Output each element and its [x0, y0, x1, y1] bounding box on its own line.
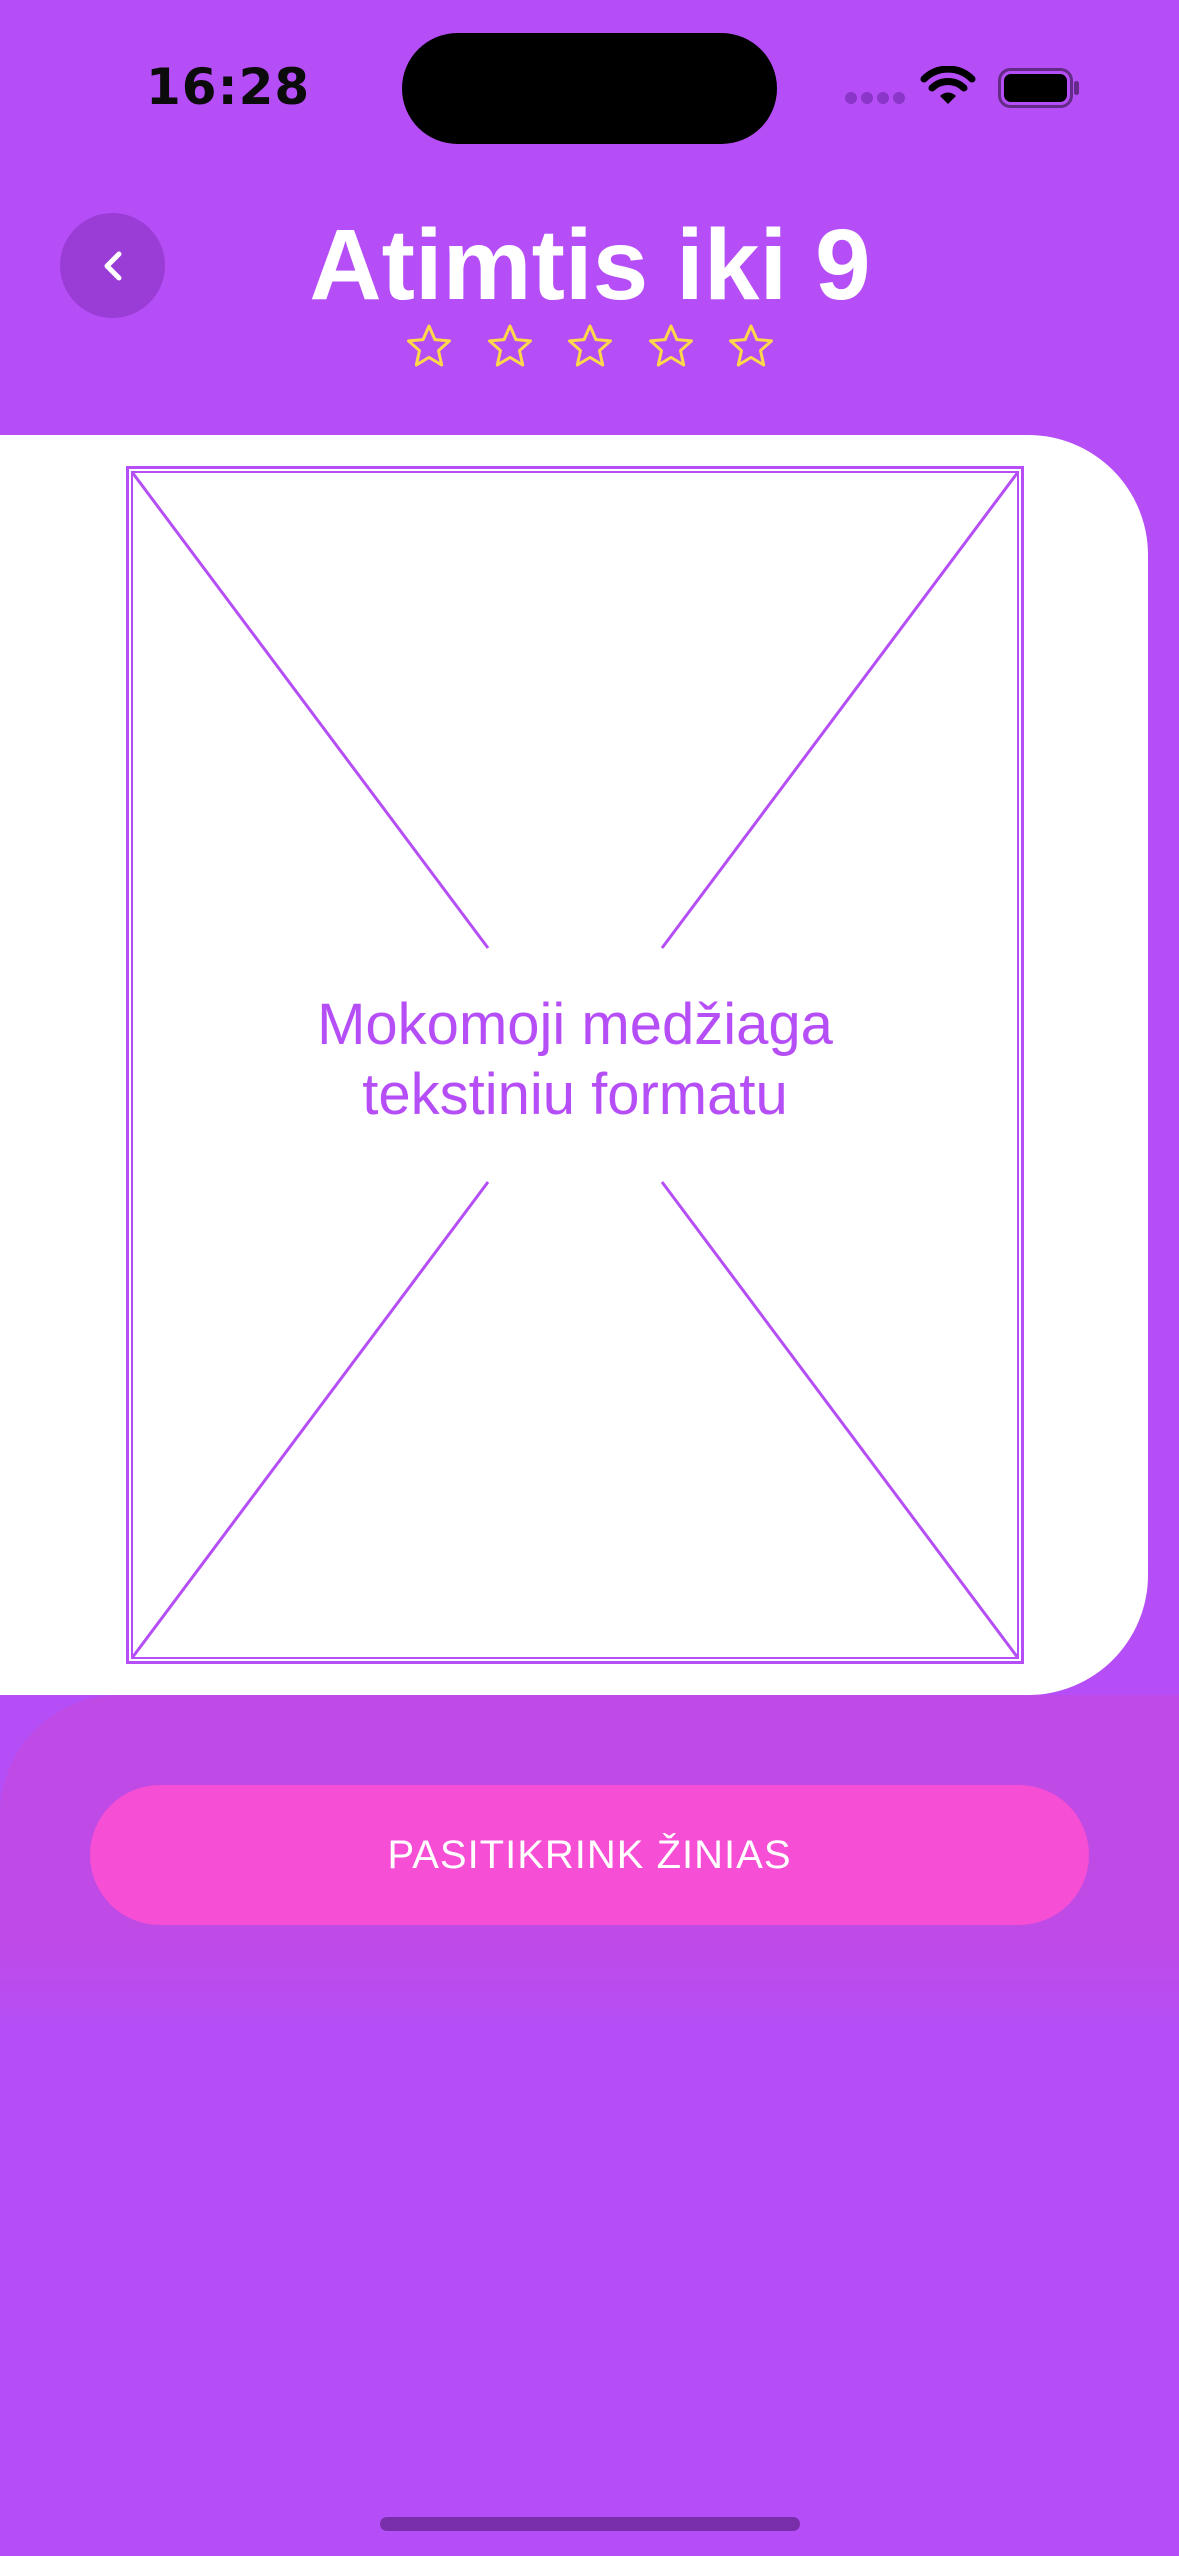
star-icon: [648, 324, 693, 367]
placeholder-text: Mokomoji medžiaga tekstiniu formatu: [126, 990, 1024, 1130]
wifi-icon: [920, 66, 976, 104]
placeholder-line-1: Mokomoji medžiaga: [317, 992, 833, 1057]
star-icon: [568, 324, 612, 367]
star-icon: [729, 324, 773, 367]
dynamic-island: [402, 33, 777, 144]
star-icon: [407, 324, 451, 367]
back-button[interactable]: [60, 213, 165, 318]
page-title: Atimtis iki 9: [309, 209, 871, 321]
status-time: 16:28: [146, 58, 311, 116]
cellular-signal-icon: [845, 92, 907, 106]
check-knowledge-button[interactable]: PASITIKRINK ŽINIAS: [90, 1785, 1089, 1925]
battery-icon: [998, 68, 1079, 108]
chevron-left-icon: [104, 251, 121, 280]
home-indicator[interactable]: [380, 2517, 800, 2531]
rating-stars: [405, 322, 775, 382]
placeholder-line-2: tekstiniu formatu: [362, 1062, 788, 1127]
star-icon: [487, 324, 532, 367]
